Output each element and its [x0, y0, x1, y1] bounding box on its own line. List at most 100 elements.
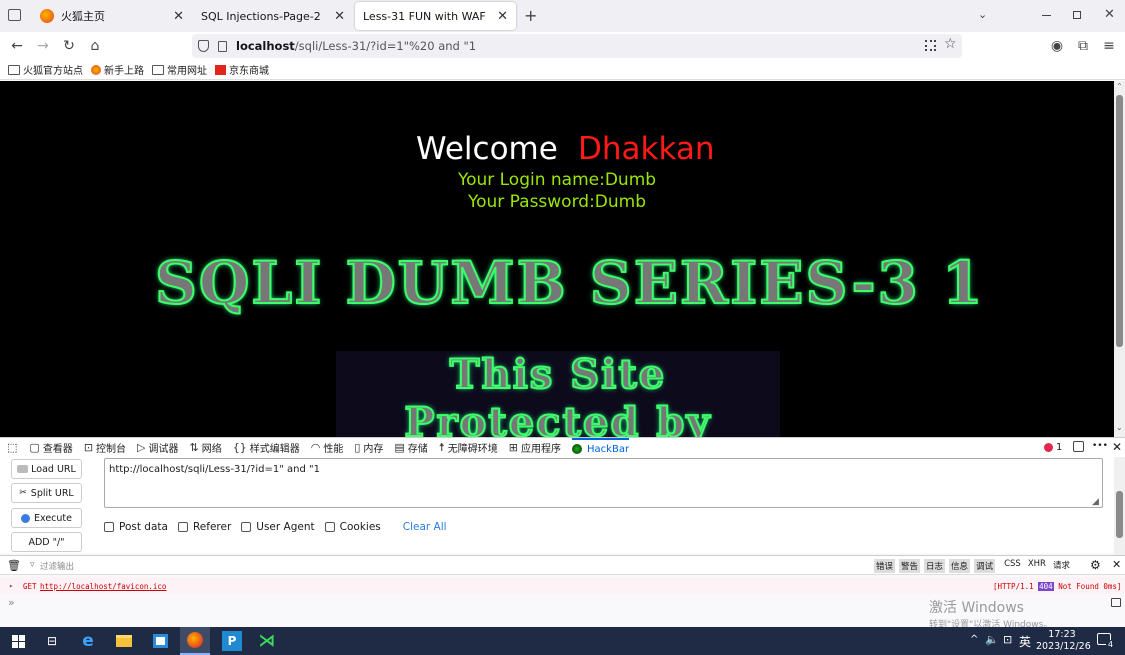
- clock[interactable]: 17:23 2023/12/26: [1036, 629, 1091, 653]
- clear-all-link[interactable]: Clear All: [403, 521, 447, 533]
- hackbar-url-input[interactable]: http://localhost/sqli/Less-31/?id=1" and…: [104, 458, 1103, 508]
- memory-icon: ▯: [354, 441, 361, 454]
- protected-line-1: This Site: [449, 350, 667, 399]
- bookmark-jd[interactable]: 京东商城: [215, 62, 269, 77]
- close-icon[interactable]: ✕: [497, 9, 508, 24]
- new-tab-button[interactable]: +: [524, 6, 537, 25]
- split-url-button[interactable]: ✂ Split URL: [11, 483, 82, 503]
- split-console-icon[interactable]: [1111, 598, 1121, 607]
- tab-memory[interactable]: ▯ 内存: [354, 440, 383, 455]
- home-icon[interactable]: ⌂: [86, 37, 104, 55]
- vscode-icon[interactable]: ⋊: [257, 631, 277, 651]
- url-bar[interactable]: localhost /sqli/Less-31/?id=1"%20 and "1…: [192, 34, 962, 58]
- tab-storage[interactable]: ▤ 存储: [394, 440, 427, 455]
- scroll-down-icon[interactable]: ⌄: [1116, 423, 1123, 432]
- minimize-icon[interactable]: [1042, 15, 1051, 16]
- shield-icon[interactable]: [198, 40, 209, 52]
- filter-logs[interactable]: 日志: [924, 559, 946, 573]
- tab-hackbar[interactable]: HackBar: [572, 437, 630, 458]
- user-agent-checkbox[interactable]: User Agent: [241, 521, 315, 533]
- restore-icon[interactable]: [1073, 11, 1081, 19]
- tab-accessibility[interactable]: ☨ 无障碍环境: [439, 440, 498, 455]
- console-prompt[interactable]: »: [8, 596, 15, 609]
- protected-line-2: Protected by: [403, 398, 712, 437]
- tab-performance[interactable]: ◠ 性能: [311, 440, 344, 455]
- request-url-link[interactable]: http://localhost/favicon.ico: [40, 582, 166, 591]
- tab-firefox-home[interactable]: 火狐主页 ✕: [32, 2, 192, 30]
- cookies-checkbox[interactable]: Cookies: [324, 521, 381, 533]
- close-icon[interactable]: ✕: [334, 9, 345, 24]
- scroll-up-icon[interactable]: ⌃: [1116, 82, 1123, 91]
- folder-icon: [152, 64, 164, 75]
- close-devtools-icon[interactable]: ✕: [1112, 440, 1122, 454]
- close-icon[interactable]: ✕: [173, 9, 184, 24]
- element-picker-icon[interactable]: ⬚: [7, 441, 17, 454]
- load-url-button[interactable]: Load URL: [11, 459, 82, 479]
- language-indicator[interactable]: 英: [1019, 633, 1031, 650]
- window-close-icon[interactable]: ✕: [1104, 7, 1115, 22]
- page-scrollbar[interactable]: ⌃ ⌄: [1114, 81, 1125, 437]
- extensions-icon[interactable]: ⧉: [1074, 37, 1092, 55]
- chevron-down-icon[interactable]: ⌄: [978, 8, 987, 21]
- clock-time: 17:23: [1048, 629, 1076, 640]
- firefox-taskbar-icon[interactable]: [180, 627, 210, 655]
- file-explorer-icon[interactable]: [114, 631, 134, 651]
- menu-icon[interactable]: ≡: [1100, 37, 1118, 55]
- scroll-thumb[interactable]: [1116, 95, 1123, 347]
- console-toolbar: 🗑 ▿ 过滤输出 错误 警告 日志 信息 调试 CSS XHR 请求 ⚙ ✕: [0, 555, 1125, 575]
- filter-input[interactable]: 过滤输出: [40, 560, 74, 572]
- console-entry[interactable]: ▸ GET http://localhost/favicon.ico [HTTP…: [0, 577, 1125, 594]
- back-icon[interactable]: ←: [8, 37, 26, 55]
- style-editor-icon: {}: [232, 441, 247, 454]
- filter-css[interactable]: CSS: [1004, 559, 1021, 573]
- star-icon[interactable]: ☆: [944, 36, 957, 52]
- tab-inspector[interactable]: ▢ 查看器: [29, 440, 72, 455]
- edge-icon[interactable]: e: [78, 631, 98, 651]
- pycharm-icon[interactable]: P: [222, 631, 242, 651]
- tab-style-editor[interactable]: {} 样式编辑器: [233, 440, 300, 455]
- hackbar-scrollbar[interactable]: [1114, 457, 1125, 555]
- expand-arrow-icon[interactable]: ▸: [9, 581, 14, 590]
- notification-count-badge: 4: [1106, 640, 1116, 649]
- tab-console[interactable]: ⊡ 控制台: [84, 440, 126, 455]
- filter-warnings[interactable]: 警告: [899, 559, 921, 573]
- bookmark-common-sites[interactable]: 常用网址: [152, 62, 207, 77]
- resize-handle-icon[interactable]: ◢: [1092, 497, 1099, 507]
- referer-checkbox[interactable]: Referer: [177, 521, 231, 533]
- tab-sql-injections[interactable]: SQL Injections-Page-2 ✕: [193, 2, 353, 30]
- filter-debug[interactable]: 调试: [974, 559, 996, 573]
- reload-icon[interactable]: ↻: [60, 37, 78, 55]
- filter-requests[interactable]: 请求: [1053, 559, 1070, 573]
- start-icon[interactable]: [8, 631, 28, 651]
- qr-code-icon[interactable]: [925, 40, 936, 51]
- tab-less31[interactable]: Less-31 FUN with WAF ✕: [355, 2, 516, 30]
- filter-errors[interactable]: 错误: [874, 559, 896, 573]
- error-count-badge[interactable]: 1: [1044, 442, 1062, 453]
- filter-xhr[interactable]: XHR: [1028, 559, 1046, 573]
- task-view-icon[interactable]: ⊟: [42, 631, 62, 651]
- tab-debugger[interactable]: ▷ 调试器: [137, 440, 178, 455]
- trash-icon[interactable]: 🗑: [7, 559, 21, 572]
- tray-chevron-icon[interactable]: ^: [970, 634, 978, 645]
- ime-icon[interactable]: ⊡: [1003, 633, 1012, 646]
- more-options-button[interactable]: •••: [1092, 441, 1108, 451]
- hackbar-icon: [572, 444, 583, 454]
- bookmark-getting-started[interactable]: 新手上路: [91, 62, 144, 77]
- gear-icon[interactable]: ⚙: [1090, 558, 1101, 572]
- execute-button[interactable]: Execute: [11, 508, 82, 528]
- hackbar-scroll-thumb[interactable]: [1116, 491, 1123, 538]
- add-slash-button[interactable]: ADD "/": [11, 532, 82, 552]
- store-icon[interactable]: [150, 631, 170, 651]
- tab-network[interactable]: ⇅ 网络: [190, 440, 222, 455]
- filter-info[interactable]: 信息: [949, 559, 971, 573]
- tab-application[interactable]: ⊞ 应用程序: [509, 440, 561, 455]
- dock-icon[interactable]: [1073, 441, 1084, 452]
- forward-icon[interactable]: →: [34, 37, 52, 55]
- tab-list-icon[interactable]: [8, 9, 21, 21]
- volume-icon[interactable]: 🔈: [985, 633, 999, 646]
- bookmark-firefox-official[interactable]: 火狐官方站点: [8, 62, 83, 77]
- tab-label: Less-31 FUN with WAF: [363, 9, 486, 23]
- account-icon[interactable]: ◉: [1048, 37, 1066, 55]
- post-data-checkbox[interactable]: Post data: [104, 521, 168, 533]
- close-console-icon[interactable]: ✕: [1112, 558, 1121, 571]
